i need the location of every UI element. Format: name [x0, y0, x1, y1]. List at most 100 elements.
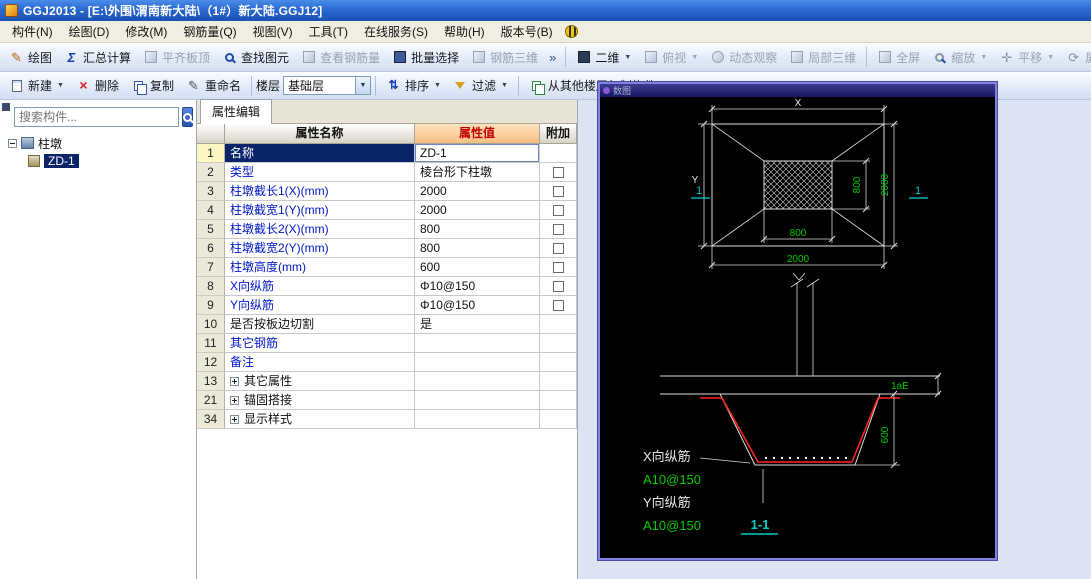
menu-item-version[interactable]: 版本号(B): [493, 20, 561, 43]
floor-combobox[interactable]: 基础层 ▼: [283, 76, 372, 95]
property-value[interactable]: [415, 353, 540, 372]
group-label: 锚固搭接: [244, 393, 293, 407]
drawing-window-titlebar[interactable]: 数图: [600, 84, 995, 97]
table-row[interactable]: 6 柱墩截宽2(Y)(mm) 800: [197, 239, 577, 258]
menu-item-online-service[interactable]: 在线服务(S): [356, 20, 436, 43]
table-row[interactable]: 2 类型 棱台形下柱墩: [197, 163, 577, 182]
zoom-button[interactable]: 缩放 ▼: [926, 46, 993, 69]
table-row[interactable]: 12 备注: [197, 353, 577, 372]
find-element-button[interactable]: 查找图元: [216, 46, 295, 69]
new-button[interactable]: 新建 ▼: [3, 74, 70, 97]
expand-plus-icon[interactable]: [230, 377, 239, 386]
menu-item-component[interactable]: 构件(N): [4, 20, 61, 43]
attach-cell: [540, 277, 577, 296]
button-label: 绘图: [28, 50, 53, 65]
align-slab-icon: [143, 50, 158, 65]
property-name: Y向纵筋: [225, 296, 415, 315]
property-value[interactable]: 800: [415, 220, 540, 239]
property-value[interactable]: 600: [415, 258, 540, 277]
orbit-button[interactable]: 动态观察: [704, 46, 783, 69]
table-row[interactable]: 7 柱墩高度(mm) 600: [197, 258, 577, 277]
property-value[interactable]: Φ10@150: [415, 296, 540, 315]
attach-checkbox[interactable]: [552, 204, 564, 216]
attach-checkbox[interactable]: [552, 299, 564, 311]
tree-node-zd1[interactable]: ZD-1: [0, 152, 196, 170]
table-row[interactable]: 10 是否按板边切割 是: [197, 315, 577, 334]
table-row[interactable]: 11 其它钢筋: [197, 334, 577, 353]
filter-button[interactable]: 过滤 ▼: [447, 74, 514, 97]
attach-cell: [540, 220, 577, 239]
menu-item-draw[interactable]: 绘图(D): [61, 20, 118, 43]
tab-property-edit[interactable]: 属性编辑: [200, 99, 273, 124]
chevron-down-icon[interactable]: ▼: [434, 82, 441, 89]
chevron-down-icon[interactable]: ▼: [1047, 54, 1054, 61]
attach-checkbox[interactable]: [552, 166, 564, 178]
table-group-row[interactable]: 13 其它属性: [197, 372, 577, 391]
attach-checkbox[interactable]: [552, 223, 564, 235]
attach-checkbox[interactable]: [552, 261, 564, 273]
property-value[interactable]: 2000: [415, 182, 540, 201]
row-number: 13: [197, 372, 225, 391]
table-group-row[interactable]: 21 锚固搭接: [197, 391, 577, 410]
property-value[interactable]: 2000: [415, 201, 540, 220]
tree-node-pier-category[interactable]: 柱墩: [0, 134, 196, 152]
pier-top-hatch: [763, 160, 833, 210]
summary-calc-button[interactable]: Σ 汇总计算: [58, 46, 137, 69]
expand-plus-icon[interactable]: [230, 396, 239, 405]
toolbar-overflow-chevron[interactable]: »: [544, 50, 561, 65]
combobox-dropdown-button[interactable]: ▼: [355, 77, 371, 94]
panel-grip[interactable]: [2, 103, 10, 111]
copy-button[interactable]: 复制: [125, 74, 180, 97]
property-value[interactable]: 800: [415, 239, 540, 258]
rename-button[interactable]: ✎ 重命名: [180, 74, 247, 97]
draw-button[interactable]: ✎ 绘图: [3, 46, 58, 69]
chevron-down-icon[interactable]: ▼: [980, 54, 987, 61]
top-view-button[interactable]: 俯视 ▼: [637, 46, 704, 69]
property-value[interactable]: [415, 334, 540, 353]
attach-checkbox[interactable]: [552, 280, 564, 292]
menu-item-tools[interactable]: 工具(T): [301, 20, 356, 43]
column-stem: [796, 283, 814, 376]
attach-checkbox[interactable]: [552, 242, 564, 254]
attach-checkbox[interactable]: [552, 185, 564, 197]
delete-button[interactable]: × 删除: [70, 74, 125, 97]
rebar-3d-button[interactable]: 钢筋三维: [465, 46, 544, 69]
table-group-row[interactable]: 34 显示样式: [197, 410, 577, 429]
table-row[interactable]: 3 柱墩截长1(X)(mm) 2000: [197, 182, 577, 201]
search-button[interactable]: [182, 107, 193, 127]
fullscreen-button[interactable]: 全屏: [871, 46, 926, 69]
property-value[interactable]: Φ10@150: [415, 277, 540, 296]
sort-button[interactable]: ⇅ 排序 ▼: [380, 74, 447, 97]
attach-cell: [540, 353, 577, 372]
property-name: 类型: [225, 163, 415, 182]
tree-collapse-toggle[interactable]: [8, 138, 17, 148]
property-value[interactable]: 棱台形下柱墩: [415, 163, 540, 182]
chevron-down-icon[interactable]: ▼: [691, 54, 698, 61]
property-value[interactable]: ZD-1: [415, 144, 540, 163]
align-slab-top-button[interactable]: 平齐板顶: [137, 46, 216, 69]
chevron-down-icon[interactable]: ▼: [501, 82, 508, 89]
table-row[interactable]: 4 柱墩截宽1(Y)(mm) 2000: [197, 201, 577, 220]
rotate-screen-button[interactable]: ⟳ 屏幕旋转: [1060, 46, 1091, 69]
table-row[interactable]: 8 X向纵筋 Φ10@150: [197, 277, 577, 296]
table-row[interactable]: 5 柱墩截长2(X)(mm) 800: [197, 220, 577, 239]
table-row[interactable]: 9 Y向纵筋 Φ10@150: [197, 296, 577, 315]
menu-item-modify[interactable]: 修改(M): [117, 20, 175, 43]
window-title: GGJ2013 - [E:\外围\渭南新大陆\（1#）新大陆.GGJ12]: [23, 4, 323, 18]
menu-item-help[interactable]: 帮助(H): [436, 20, 493, 43]
view-rebar-qty-button[interactable]: 查看钢筋量: [295, 46, 386, 69]
property-name: 是否按板边切割: [225, 315, 415, 334]
property-value[interactable]: 是: [415, 315, 540, 334]
chevron-down-icon[interactable]: ▼: [57, 82, 64, 89]
drawing-canvas[interactable]: X Y 1 1 800 2000 800 2000 600 1aE X向纵筋 A…: [600, 97, 995, 558]
search-input[interactable]: [14, 107, 179, 127]
view-2d-button[interactable]: 二维 ▼: [570, 46, 637, 69]
expand-plus-icon[interactable]: [230, 415, 239, 424]
menu-item-view[interactable]: 视图(V): [245, 20, 301, 43]
batch-select-button[interactable]: 批量选择: [386, 46, 465, 69]
pan-button[interactable]: ✛ 平移 ▼: [993, 46, 1060, 69]
menu-item-rebar-qty[interactable]: 钢筋量(Q): [175, 20, 244, 43]
local-3d-button[interactable]: 局部三维: [783, 46, 862, 69]
table-row[interactable]: 1 名称 ZD-1: [197, 144, 577, 163]
chevron-down-icon[interactable]: ▼: [624, 54, 631, 61]
